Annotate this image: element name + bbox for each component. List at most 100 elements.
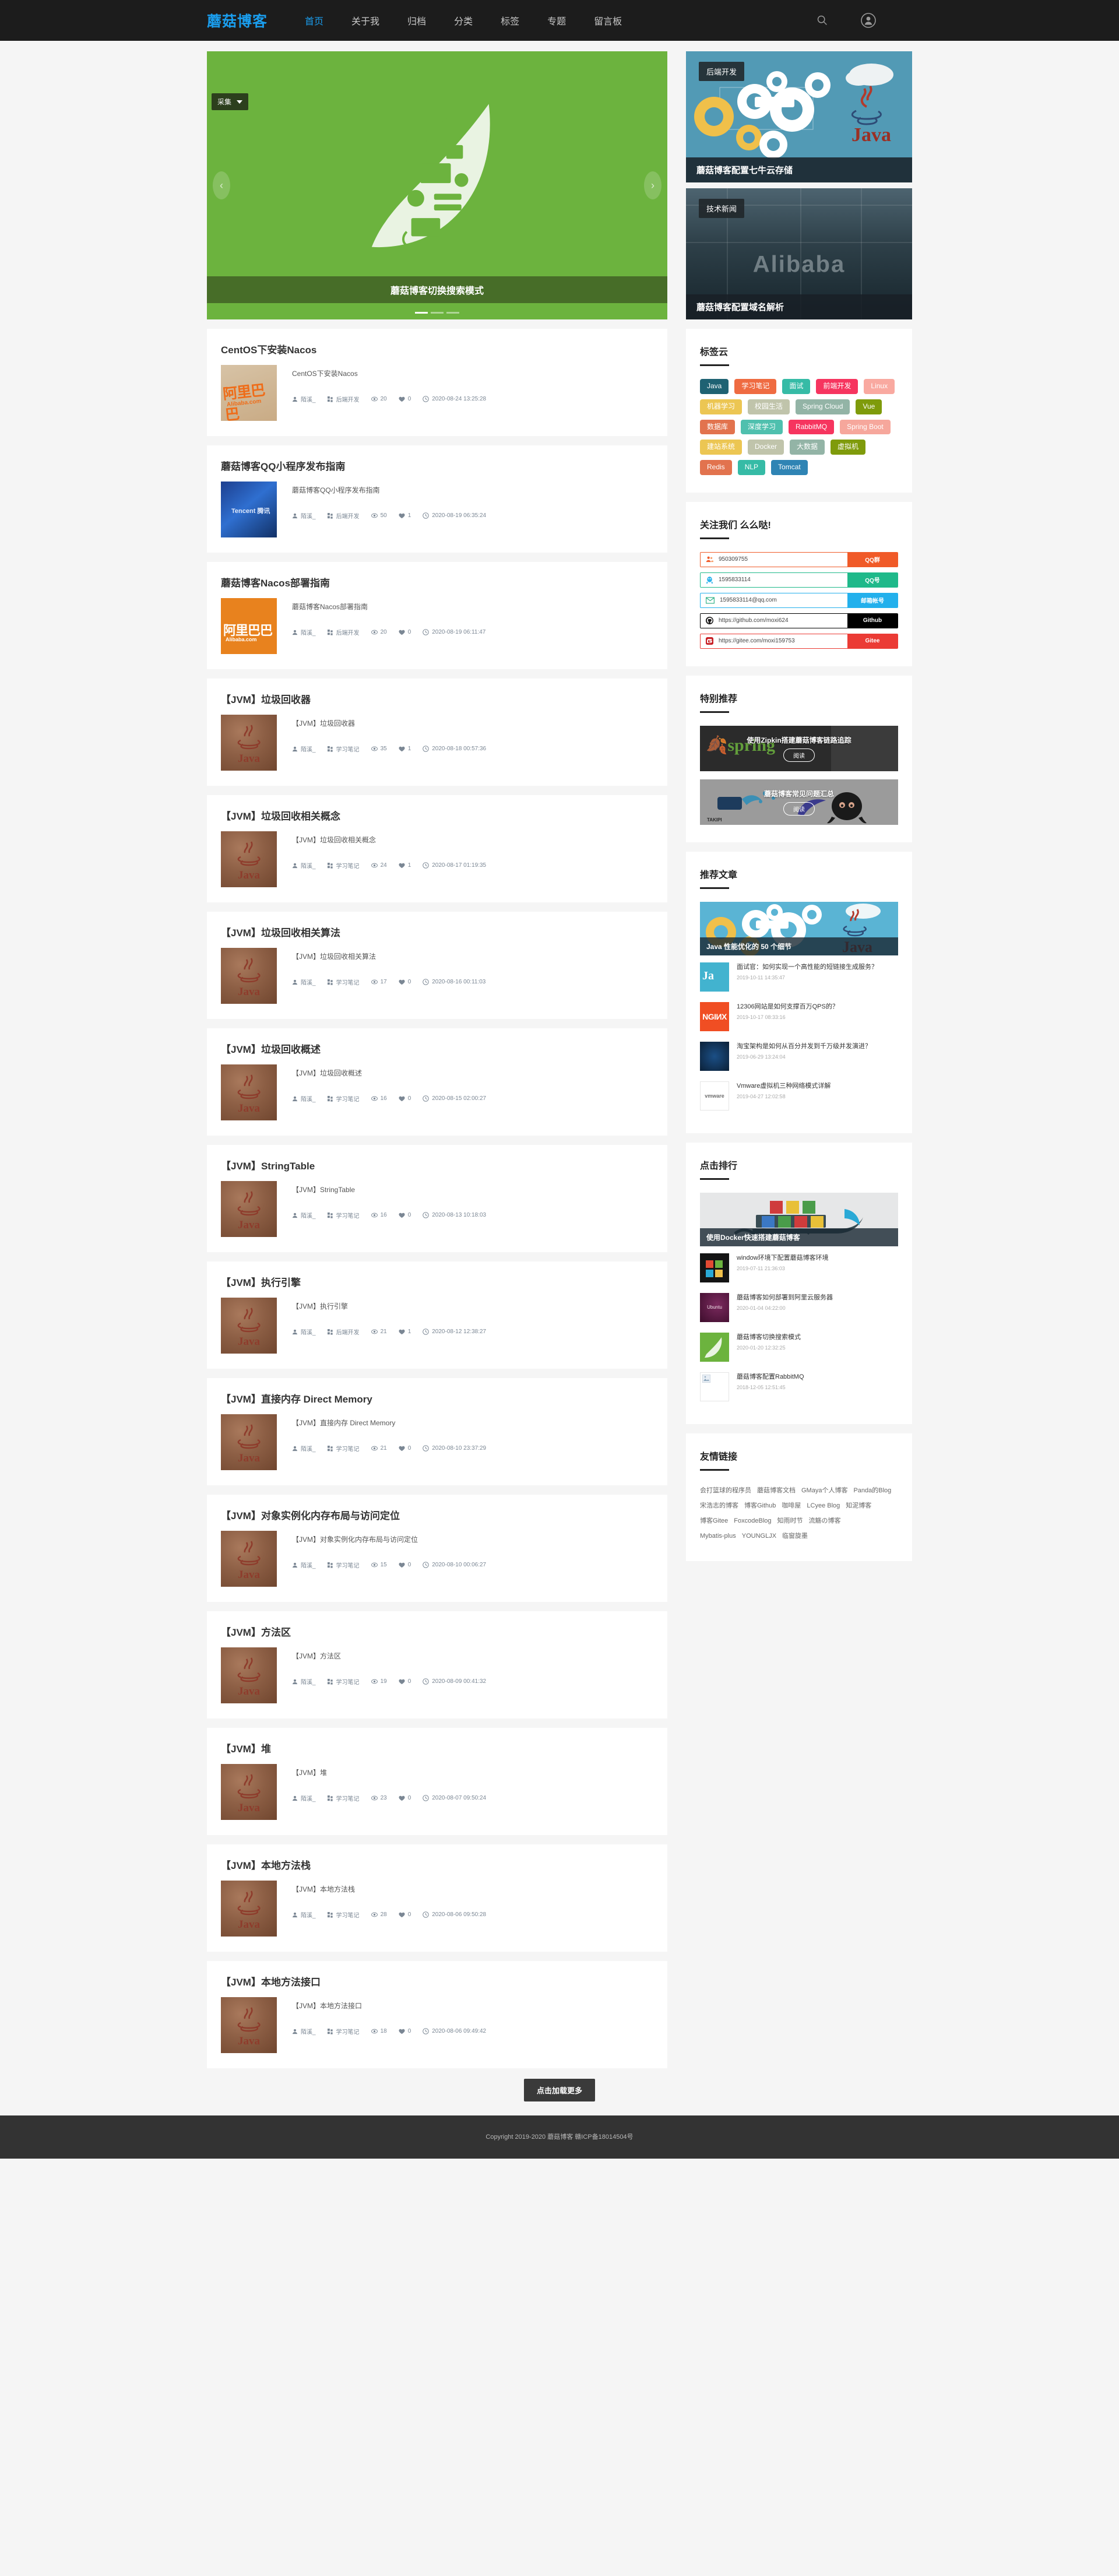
meta-likes[interactable]: 0 xyxy=(399,1795,411,1801)
article-thumbnail[interactable]: Tencent 腾讯 xyxy=(221,482,277,537)
article-thumbnail[interactable]: Java xyxy=(221,1298,277,1354)
hero-carousel[interactable]: 采集 ‹ › 蘑菇博客切换搜索模式 xyxy=(207,51,667,319)
ranking-hero-title[interactable]: 使用Docker快速搭建蘑菇博客 xyxy=(700,1228,898,1246)
recommended-hero-title[interactable]: Java 性能优化的 50 个细节 xyxy=(700,937,898,955)
carousel-collect-dropdown[interactable]: 采集 xyxy=(212,93,249,110)
article-card[interactable]: 【JVM】方法区 Java 【JVM】方法区 陌溪_ 学习笔记 19 0 2020-08-09… xyxy=(207,1611,667,1718)
tag-item[interactable]: 面试 xyxy=(782,379,811,394)
carousel-caption[interactable]: 蘑菇博客切换搜索模式 xyxy=(207,276,667,303)
search-icon[interactable] xyxy=(816,14,829,27)
carousel-next-button[interactable]: › xyxy=(644,171,661,199)
sidebar-article-item[interactable]: 蘑菇博客切换搜索模式 2020-01-20 12:32:25 xyxy=(700,1327,898,1367)
load-more-button[interactable]: 点击加载更多 xyxy=(523,2079,595,2101)
sidebar-article-thumbnail[interactable]: Ubuntu xyxy=(700,1292,729,1322)
contact-row[interactable]: https://github.com/moxi624 Github xyxy=(700,613,898,628)
article-thumbnail[interactable]: Java xyxy=(221,1064,277,1120)
tag-item[interactable]: 建站系统 xyxy=(700,440,743,455)
article-card[interactable]: 【JVM】本地方法栈 Java 【JVM】本地方法栈 陌溪_ 学习笔记 28 0 2020-0… xyxy=(207,1844,667,1952)
sidebar-article-item[interactable]: Ja 面试官：如何实现一个高性能的短链接生成服务？ 2019-10-11 14:35… xyxy=(700,957,898,997)
sidebar-article-title[interactable]: 面试官：如何实现一个高性能的短链接生成服务？ xyxy=(737,962,898,972)
nav-item-0[interactable]: 首页 xyxy=(304,11,325,30)
meta-category[interactable]: 后端开发 xyxy=(327,395,360,403)
article-card[interactable]: CentOS下安装Nacos 阿里巴巴 Alibaba.com CentOS下安装Na… xyxy=(207,329,667,436)
meta-category[interactable]: 学习笔记 xyxy=(327,1561,360,1569)
contact-button[interactable]: Gitee xyxy=(847,634,898,648)
meta-category[interactable]: 学习笔记 xyxy=(327,1910,360,1919)
friend-link[interactable]: 博客Gitee xyxy=(700,1517,728,1524)
article-card[interactable]: 【JVM】垃圾回收器 Java 【JVM】垃圾回收器 陌溪_ 学习笔记 35 1 2020-0… xyxy=(207,679,667,786)
friend-link[interactable]: 蘑菇博客文档 xyxy=(757,1487,796,1494)
meta-category[interactable]: 学习笔记 xyxy=(327,1444,360,1453)
meta-category[interactable]: 学习笔记 xyxy=(327,2027,360,2036)
sidebar-article-thumbnail[interactable]: NGIИX xyxy=(700,1001,729,1031)
article-thumbnail[interactable]: Java xyxy=(221,1997,277,2053)
sidebar-article-thumbnail[interactable] xyxy=(700,1041,729,1071)
friend-link[interactable]: 知泥博客 xyxy=(846,1502,871,1509)
meta-likes[interactable]: 1 xyxy=(399,512,411,519)
banner-card-title[interactable]: 蘑菇博客配置七牛云存储 xyxy=(686,157,912,182)
meta-category[interactable]: 学习笔记 xyxy=(327,1211,360,1220)
tag-item[interactable]: Tomcat xyxy=(771,460,808,475)
article-card[interactable]: 【JVM】堆 Java 【JVM】堆 陌溪_ 学习笔记 23 0 2020-08-07 09:… xyxy=(207,1728,667,1835)
friend-link[interactable]: FoxcodeBlog xyxy=(734,1517,771,1524)
friend-link[interactable]: 知雨时节 xyxy=(777,1517,803,1524)
tag-item[interactable]: RabbitMQ xyxy=(789,419,835,435)
contact-row[interactable]: https://gitee.com/moxi159753 Gitee xyxy=(700,633,898,649)
meta-category[interactable]: 学习笔记 xyxy=(327,861,360,870)
tag-item[interactable]: 深度学习 xyxy=(741,419,783,435)
article-card[interactable]: 【JVM】对象实例化内存布局与访问定位 Java 【JVM】对象实例化内存布局与访问… xyxy=(207,1495,667,1602)
sidebar-article-item[interactable]: vmware Vmware虚拟机三种网络模式详解 2019-04-27 12:02:… xyxy=(700,1076,898,1116)
article-thumbnail[interactable]: Java xyxy=(221,1181,277,1237)
contact-button[interactable]: QQ号 xyxy=(847,572,898,587)
friend-link[interactable]: GMaya个人博客 xyxy=(801,1487,847,1494)
friend-link[interactable]: 宋浩志的博客 xyxy=(700,1502,738,1509)
tag-item[interactable]: Spring Boot xyxy=(840,419,891,435)
tag-item[interactable]: 校园生活 xyxy=(748,399,790,414)
article-title[interactable]: 【JVM】垃圾回收相关算法 xyxy=(221,925,653,939)
meta-category[interactable]: 学习笔记 xyxy=(327,1094,360,1103)
meta-category[interactable]: 后端开发 xyxy=(327,1327,360,1336)
article-title[interactable]: 【JVM】垃圾回收概述 xyxy=(221,1041,653,1056)
contact-button[interactable]: Github xyxy=(847,613,898,628)
banner-card-title[interactable]: 蘑菇博客配置域名解析 xyxy=(686,294,912,319)
featured-card-zipkin[interactable]: 🍂spring 使用Zipkin搭建蘑菇博客链路追踪 阅读 xyxy=(700,725,898,771)
meta-category[interactable]: 学习笔记 xyxy=(327,1677,360,1686)
article-thumbnail[interactable]: Java xyxy=(221,831,277,887)
tag-item[interactable]: 前端开发 xyxy=(816,379,858,394)
friend-link[interactable]: YOUNGLJX xyxy=(742,1533,776,1540)
sidebar-article-item[interactable]: 蘑菇博客配置RabbitMQ 2018-12-05 12:51:45 xyxy=(700,1367,898,1407)
article-thumbnail[interactable]: Java xyxy=(221,1764,277,1820)
article-title[interactable]: 【JVM】直接内存 Direct Memory xyxy=(221,1391,653,1405)
article-card[interactable]: 【JVM】垃圾回收概述 Java 【JVM】垃圾回收概述 陌溪_ 学习笔记 16 0 2020… xyxy=(207,1028,667,1136)
article-thumbnail[interactable]: Java xyxy=(221,1414,277,1470)
friend-link[interactable]: 临窗旋墨 xyxy=(782,1533,808,1540)
banner-card-domain[interactable]: Alibaba 技术新闻 蘑菇博客配置域名解析 xyxy=(686,188,912,319)
sidebar-article-item[interactable]: NGIИX 12306网站是如何支撑百万QPS的？ 2019-10-17 08:33… xyxy=(700,997,898,1036)
article-thumbnail[interactable]: 阿里巴巴 Alibaba.com xyxy=(221,598,277,654)
carousel-indicators[interactable] xyxy=(415,312,459,314)
sidebar-article-item[interactable]: Ubuntu 蘑菇博客如何部署到阿里云服务器 2020-01-04 04:22:00 xyxy=(700,1288,898,1327)
tag-item[interactable]: Linux xyxy=(864,379,895,394)
friend-link[interactable]: 博客Github xyxy=(744,1502,776,1509)
meta-category[interactable]: 后端开发 xyxy=(327,628,360,637)
article-title[interactable]: 【JVM】本地方法接口 xyxy=(221,1974,653,1988)
carousel-dot[interactable] xyxy=(415,312,428,314)
contact-button[interactable]: 邮箱帐号 xyxy=(847,593,898,607)
sidebar-article-item[interactable]: 淘宝架构是如何从百分并发到千万级并发演进？ 2019-06-29 13:24:04 xyxy=(700,1036,898,1076)
meta-category[interactable]: 后端开发 xyxy=(327,511,360,520)
tag-item[interactable]: Redis xyxy=(700,460,732,475)
friend-link[interactable]: 咖啡屋 xyxy=(782,1502,801,1509)
meta-likes[interactable]: 0 xyxy=(399,1678,411,1685)
meta-likes[interactable]: 0 xyxy=(399,1562,411,1568)
sidebar-article-title[interactable]: 蘑菇博客如何部署到阿里云服务器 xyxy=(737,1293,898,1303)
featured-read-button[interactable]: 阅读 xyxy=(783,748,815,762)
ranking-hero[interactable]: 使用Docker快速搭建蘑菇博客 xyxy=(700,1192,898,1246)
article-title[interactable]: 【JVM】执行引擎 xyxy=(221,1274,653,1289)
friend-link[interactable]: Mybatis-plus xyxy=(700,1533,736,1540)
contact-row[interactable]: 950309755 QQ群 xyxy=(700,551,898,567)
tag-item[interactable]: NLP xyxy=(737,460,766,475)
article-title[interactable]: 蘑菇博客Nacos部署指南 xyxy=(221,575,653,589)
sidebar-article-thumbnail[interactable] xyxy=(700,1253,729,1282)
sidebar-article-title[interactable]: 蘑菇博客切换搜索模式 xyxy=(737,1333,898,1343)
tag-item[interactable]: 数据库 xyxy=(700,419,736,435)
